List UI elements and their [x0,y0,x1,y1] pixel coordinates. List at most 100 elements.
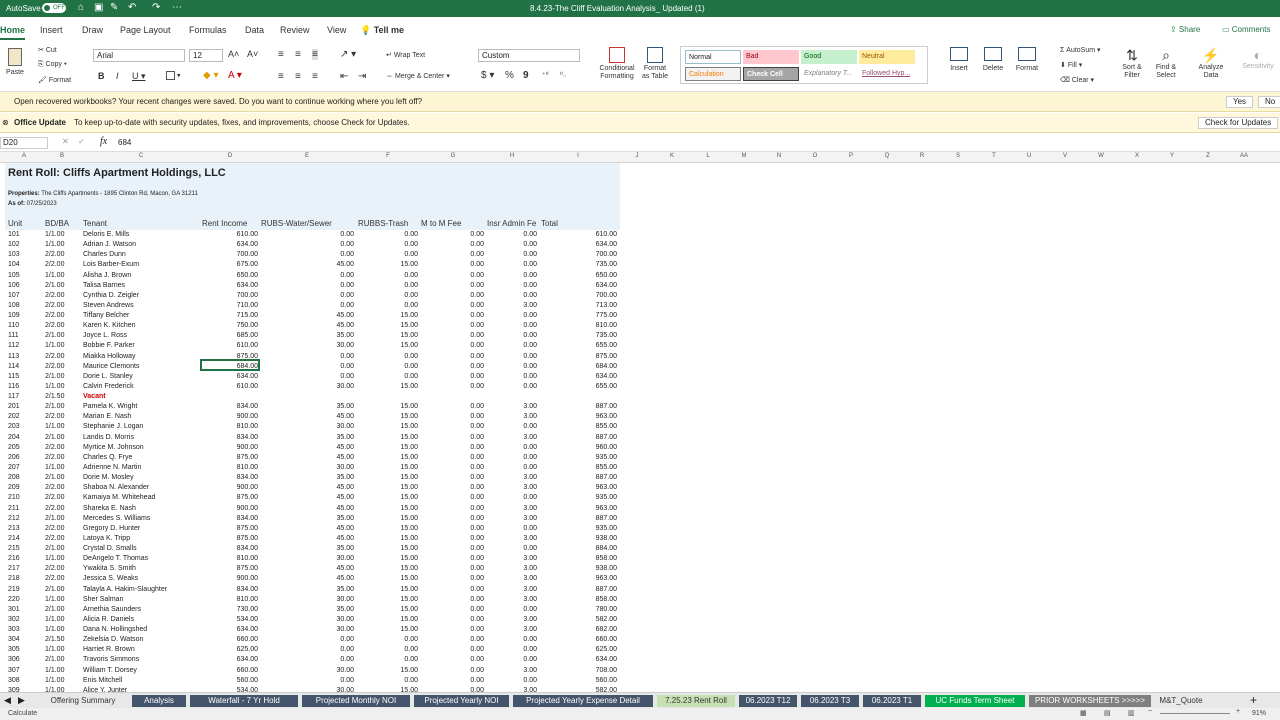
table-cell[interactable]: 0.00 [487,635,537,645]
table-cell[interactable]: 205 [8,443,20,453]
table-cell[interactable]: 15.00 [368,595,418,605]
table-cell[interactable]: 0.00 [487,341,537,351]
table-cell[interactable]: 35.00 [304,473,354,483]
table-cell[interactable]: 2/2.00 [45,534,64,544]
table-cell[interactable]: 875.00 [567,352,617,362]
table-cell[interactable]: 45.00 [304,574,354,584]
sheet-tab[interactable]: UC Funds Term Sheet [925,695,1025,707]
column-header-v[interactable]: V [1055,153,1075,159]
table-cell[interactable]: 216 [8,554,20,564]
table-cell[interactable]: 45.00 [304,260,354,270]
tab-data[interactable]: Data [245,25,264,35]
table-cell[interactable]: Charles Q. Frye [83,453,132,463]
name-box[interactable]: D20 [0,137,48,149]
table-cell[interactable]: 35.00 [304,402,354,412]
table-cell[interactable]: 963.00 [567,483,617,493]
table-cell[interactable]: 30.00 [304,554,354,564]
table-cell[interactable]: Steven Andrews [83,301,134,311]
font-color-icon[interactable]: A ▾ [228,70,242,81]
table-cell[interactable]: 30.00 [304,615,354,625]
align-bottom-icon[interactable]: ≡ [312,49,318,60]
table-cell[interactable]: 935.00 [567,453,617,463]
column-header-q[interactable]: Q [877,153,897,159]
table-cell[interactable]: 0.00 [434,453,484,463]
table-cell[interactable]: 15.00 [368,625,418,635]
paste-button[interactable]: Paste [4,48,26,76]
table-cell[interactable]: 2/2.00 [45,250,64,260]
borders-icon[interactable]: ▾ [166,71,180,80]
table-cell[interactable]: 0.00 [487,321,537,331]
table-cell[interactable]: 0.00 [434,544,484,554]
table-cell[interactable]: 634.00 [567,281,617,291]
table-cell[interactable]: Stephanie J. Logan [83,422,143,432]
table-cell[interactable]: Arnethia Saunders [83,605,141,615]
table-cell[interactable]: 875.00 [208,524,258,534]
table-cell[interactable]: 900.00 [208,574,258,584]
table-cell[interactable]: 650.00 [567,271,617,281]
format-as-table-button[interactable]: Format as Table [640,47,670,81]
table-cell[interactable]: 655.00 [567,341,617,351]
table-cell[interactable]: 45.00 [304,311,354,321]
style-followed-hyperlink[interactable]: Followed Hyp... [859,67,915,81]
table-cell[interactable]: Charles Dunn [83,250,126,260]
align-top-icon[interactable]: ≡ [278,49,284,60]
table-cell[interactable]: 207 [8,463,20,473]
table-cell[interactable]: Maurice Clemonts [83,362,139,372]
table-cell[interactable]: 0.00 [487,524,537,534]
table-cell[interactable]: 0.00 [304,250,354,260]
table-cell[interactable]: 0.00 [487,605,537,615]
analyze-data-button[interactable]: ⚡ Analyze Data [1194,47,1228,80]
table-cell[interactable]: 3.00 [487,473,537,483]
table-cell[interactable]: 30.00 [304,382,354,392]
table-cell[interactable]: Dana N. Hollingshed [83,625,147,635]
table-cell[interactable]: 3.00 [487,595,537,605]
style-good[interactable]: Good [801,50,857,64]
table-cell[interactable]: 634.00 [567,655,617,665]
style-normal[interactable]: Normal [685,50,741,64]
style-check-cell[interactable]: Check Cell [743,67,799,81]
increase-decimal-icon[interactable]: ⁺⁰ [542,71,549,79]
table-cell[interactable]: 15.00 [368,585,418,595]
decrease-decimal-icon[interactable]: ⁰₋ [560,71,567,79]
column-header-i[interactable]: I [568,153,588,159]
table-cell[interactable]: William T. Dorsey [83,666,137,676]
table-cell[interactable]: 810.00 [567,321,617,331]
table-cell[interactable]: 308 [8,676,20,686]
table-cell[interactable]: 0.00 [304,230,354,240]
sheet-tab[interactable]: Projected Monthly NOI [302,695,410,707]
table-cell[interactable]: Shareka E. Nash [83,504,136,514]
table-cell[interactable]: Enis Mitchell [83,676,122,686]
table-cell[interactable]: 2/1.50 [45,635,64,645]
table-cell[interactable]: 963.00 [567,504,617,514]
table-cell[interactable]: 45.00 [304,564,354,574]
copy-button[interactable]: ⎘ Copy ▾ [38,61,67,69]
sheet-tab[interactable]: PRIOR WORKSHEETS >>>>> [1029,695,1151,707]
table-cell[interactable]: 1/1.00 [45,676,64,686]
normal-view-icon[interactable]: ▦ [1080,709,1087,717]
table-cell[interactable]: 3.00 [487,301,537,311]
table-cell[interactable]: 0.00 [434,352,484,362]
table-cell[interactable]: 0.00 [434,443,484,453]
table-cell[interactable]: 730.00 [208,605,258,615]
table-cell[interactable]: Talayla A. Hakim-Slaughter [83,585,167,595]
table-cell[interactable]: 0.00 [434,301,484,311]
table-cell[interactable]: 834.00 [208,433,258,443]
table-cell[interactable]: 2/1.00 [45,544,64,554]
check-for-updates-button[interactable]: Check for Updates [1198,117,1279,129]
align-right-icon[interactable]: ≡ [312,71,318,82]
table-cell[interactable]: 0.00 [304,655,354,665]
sheet-tab[interactable]: Projected Yearly NOI [414,695,509,707]
table-cell[interactable]: 0.00 [304,362,354,372]
table-cell[interactable]: Dorie L. Stanley [83,372,133,382]
table-cell[interactable]: 0.00 [434,564,484,574]
table-cell[interactable]: 0.00 [487,230,537,240]
decrease-indent-icon[interactable]: ⇤ [340,71,348,82]
tab-page-layout[interactable]: Page Layout [120,25,171,35]
table-cell[interactable]: 887.00 [567,433,617,443]
italic-button[interactable]: I [116,71,119,81]
table-cell[interactable]: Zekelsia D. Watson [83,635,143,645]
table-cell[interactable]: 2/1.00 [45,473,64,483]
table-cell[interactable]: Travoris Simmons [83,655,139,665]
table-cell[interactable]: 3.00 [487,615,537,625]
number-format-select[interactable]: Custom [478,49,580,62]
